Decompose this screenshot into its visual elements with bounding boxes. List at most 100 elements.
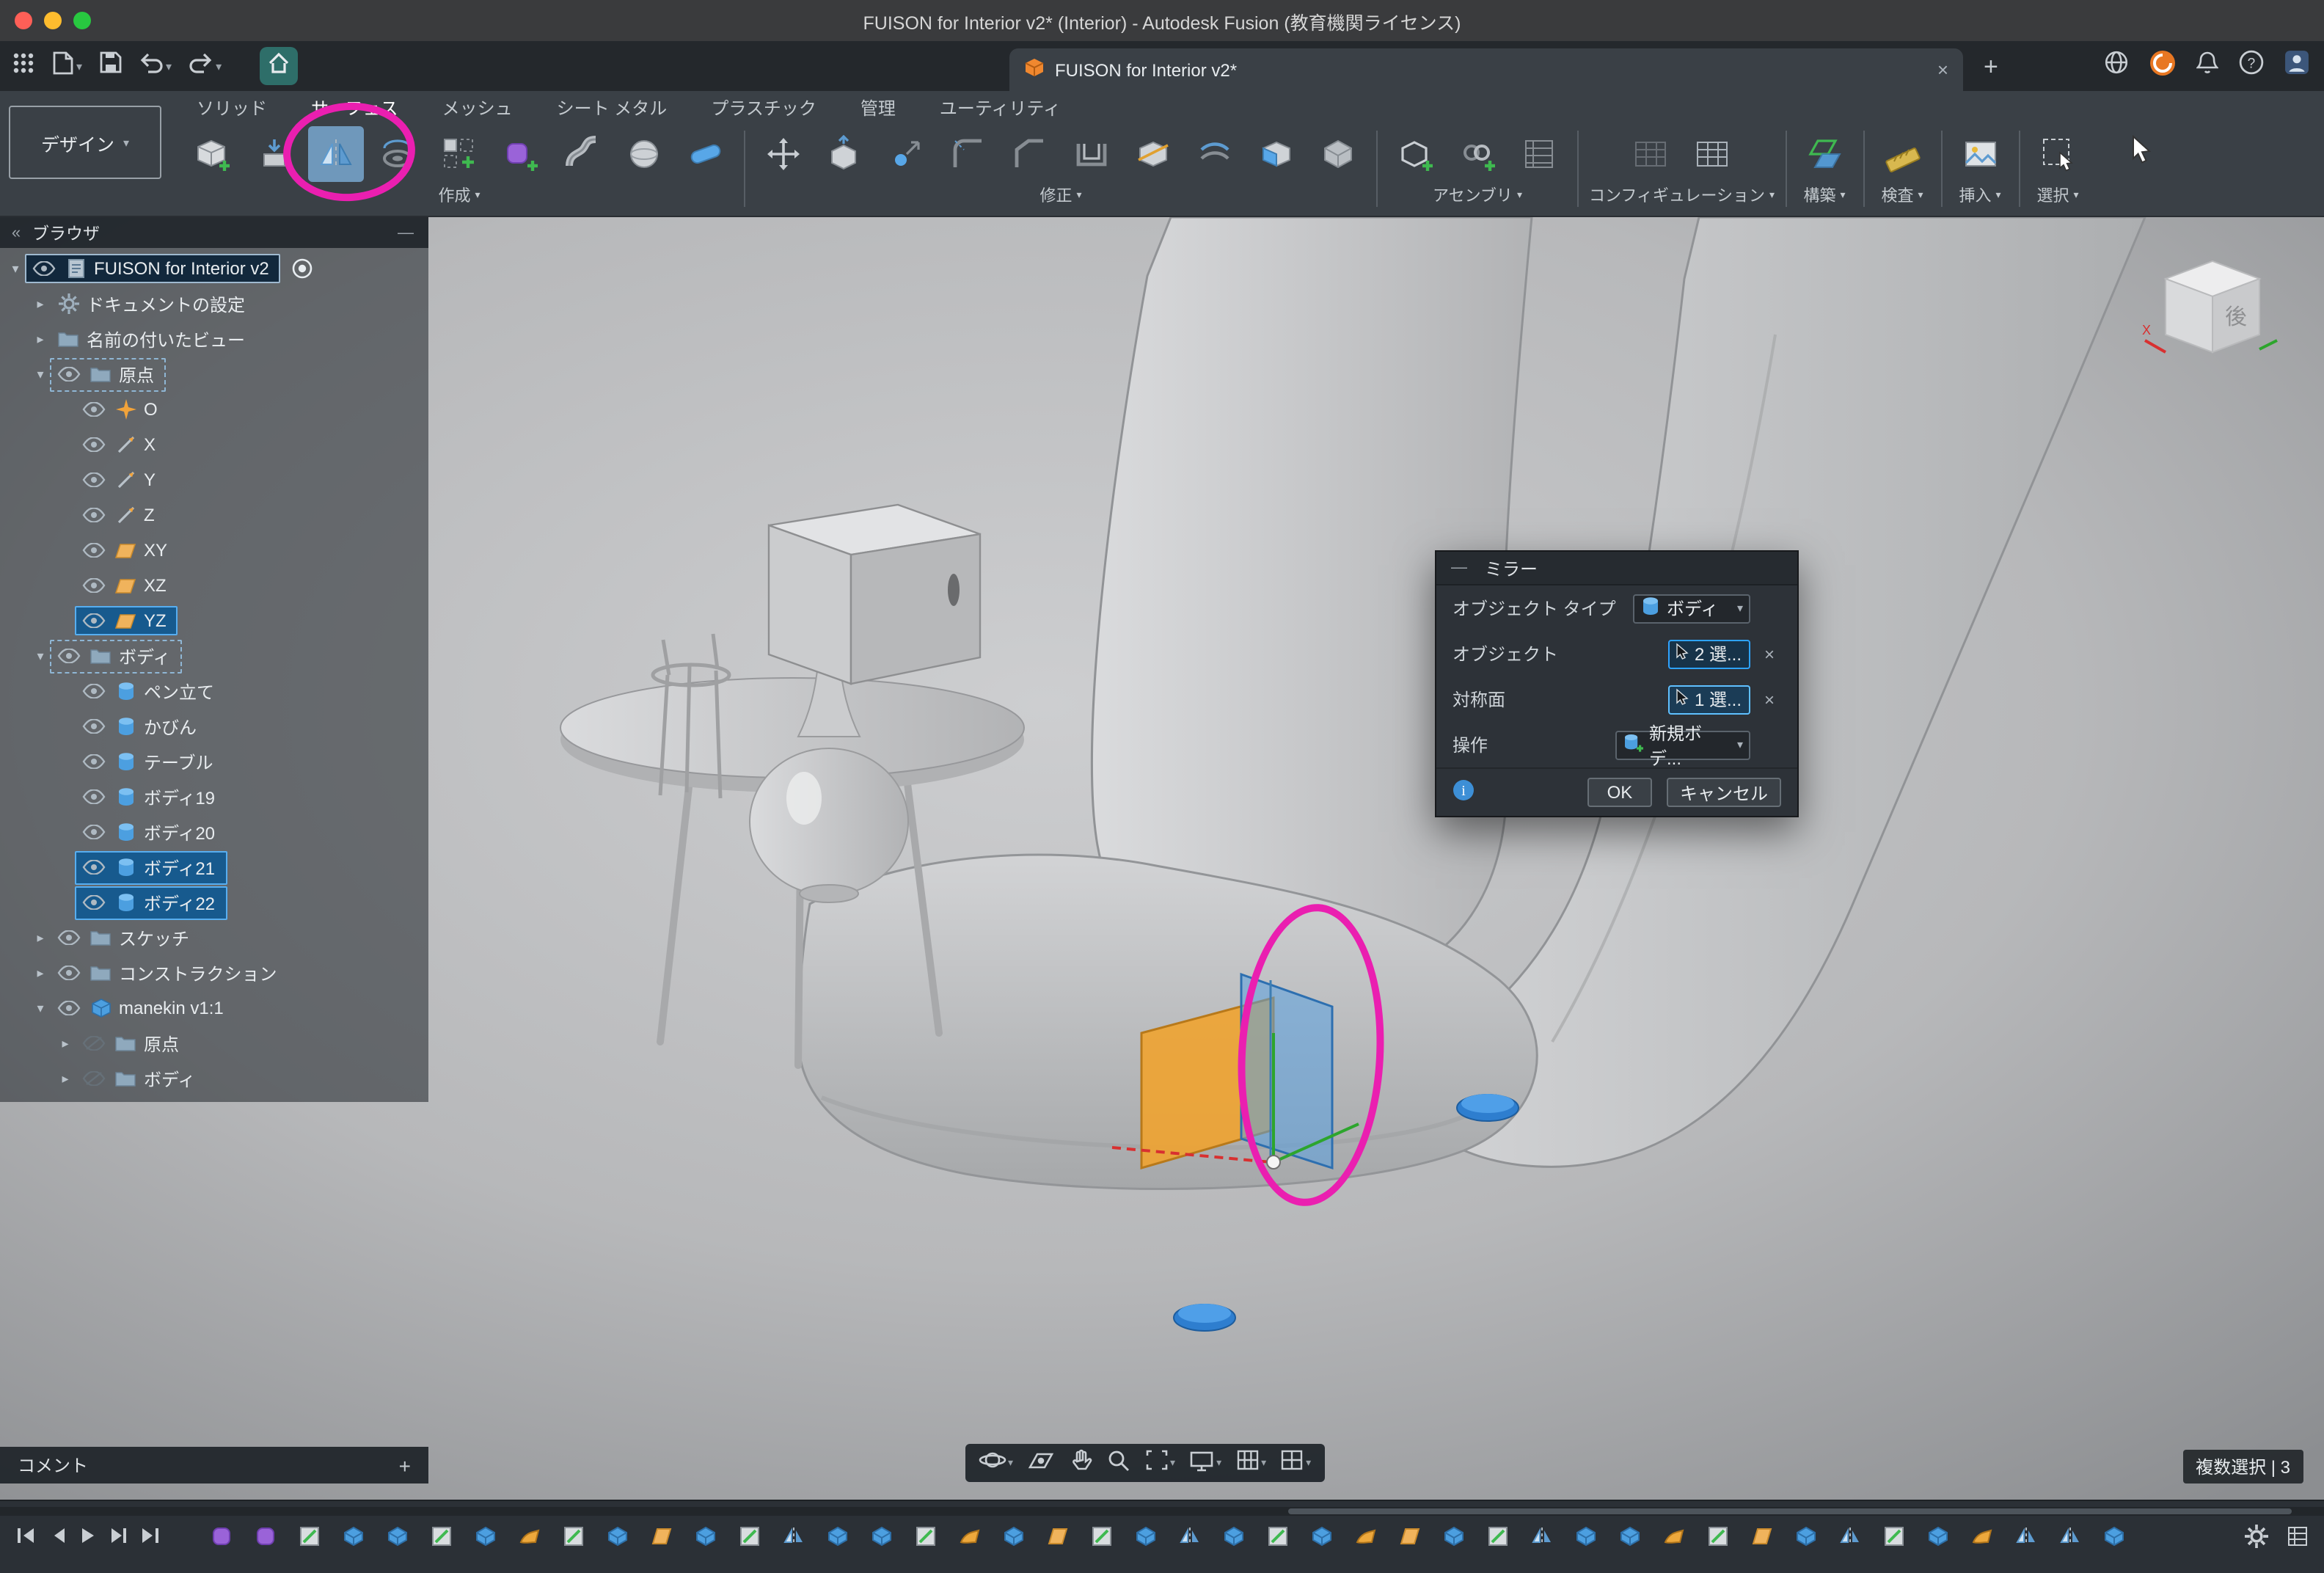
timeline-feature-body-icon[interactable] (825, 1523, 851, 1550)
sphere-tool-icon[interactable] (616, 126, 672, 182)
cancel-button[interactable]: キャンセル (1667, 778, 1781, 807)
display-settings-icon[interactable]: ▾ (1184, 1448, 1226, 1478)
ribbon-group-label[interactable]: 選択▾ (2037, 183, 2079, 207)
window-close-button[interactable] (15, 12, 32, 29)
visibility-icon[interactable] (81, 860, 107, 875)
step-forward-button[interactable] (110, 1526, 128, 1552)
ribbon-tab-ソリッド[interactable]: ソリッド (197, 95, 267, 120)
timeline-feature-surface-icon[interactable] (516, 1523, 543, 1550)
pipe-tool-icon[interactable] (678, 126, 734, 182)
mirror-plane-selection-chip[interactable]: 1 選... (1668, 685, 1750, 714)
tree-item[interactable]: ▾原点 (0, 357, 428, 392)
insert-image-tool-icon[interactable] (1952, 126, 2008, 182)
skip-start-button[interactable] (15, 1526, 35, 1552)
timeline-feature-body-icon[interactable] (340, 1523, 367, 1550)
boundary-fill-tool-icon[interactable] (1310, 126, 1366, 182)
timeline-feature-body-icon[interactable] (472, 1523, 499, 1550)
ribbon-group-label[interactable]: 構築▾ (1804, 183, 1846, 207)
data-panel-home-icon[interactable] (260, 47, 298, 85)
extrude-tool-icon[interactable] (246, 126, 302, 182)
visibility-icon[interactable] (81, 437, 107, 452)
tree-item[interactable]: ボディ22 (0, 885, 428, 920)
timeline-feature-body-icon[interactable] (1925, 1523, 1951, 1550)
tree-item[interactable]: テーブル (0, 744, 428, 779)
timeline-feature-body-icon[interactable] (604, 1523, 631, 1550)
visibility-icon[interactable] (56, 966, 82, 980)
revolve-tool-icon[interactable] (370, 126, 425, 182)
ok-button[interactable]: OK (1587, 778, 1652, 807)
ribbon-group-label[interactable]: 作成▾ (438, 183, 480, 207)
tree-item[interactable]: ボディ19 (0, 779, 428, 814)
timeline-feature-body-icon[interactable] (384, 1523, 411, 1550)
patch-tool-icon[interactable] (1249, 126, 1304, 182)
minimize-panel-icon[interactable]: — (398, 224, 414, 241)
notifications-icon[interactable] (2196, 51, 2218, 81)
timeline-scrollbar-thumb[interactable] (1288, 1508, 2292, 1514)
orbit-icon[interactable]: ▾ (974, 1448, 1017, 1478)
step-back-button[interactable] (48, 1526, 66, 1552)
new-solid-tool-icon[interactable] (185, 126, 241, 182)
visibility-off-icon[interactable] (81, 1071, 107, 1086)
timeline-feature-sketch-icon[interactable] (1705, 1523, 1731, 1550)
expand-chevron-icon[interactable]: ▸ (56, 1035, 75, 1051)
tree-item[interactable]: ▾FUISON for Interior v2 (0, 251, 428, 286)
new-component-tool-icon[interactable] (1388, 126, 1444, 182)
timeline-options-icon[interactable] (2286, 1525, 2309, 1555)
timeline-settings-icon[interactable] (2245, 1525, 2268, 1555)
timeline-feature-plane-icon[interactable] (648, 1523, 675, 1550)
timeline-feature-body-icon[interactable] (2101, 1523, 2127, 1550)
tree-item[interactable]: ▸コンストラクション (0, 955, 428, 990)
ribbon-tab-管理[interactable]: 管理 (860, 95, 896, 120)
rectangular-pattern-tool-icon[interactable] (431, 126, 487, 182)
ribbon-tab-メッシュ[interactable]: メッシュ (442, 95, 513, 120)
timeline-feature-mirror-icon[interactable] (781, 1523, 807, 1550)
fillet-tool-icon[interactable] (940, 126, 996, 182)
timeline-feature-surface-icon[interactable] (1661, 1523, 1687, 1550)
timeline-feature-body-icon[interactable] (1617, 1523, 1643, 1550)
fit-icon[interactable]: ▾ (1139, 1448, 1180, 1478)
help-icon[interactable]: ? (2239, 50, 2264, 82)
ribbon-tab-サーフェス[interactable]: サーフェス (311, 95, 398, 120)
visibility-icon[interactable] (81, 719, 107, 734)
timeline-feature-body-icon[interactable] (1001, 1523, 1027, 1550)
visibility-icon[interactable] (81, 895, 107, 910)
zoom-icon[interactable] (1101, 1448, 1135, 1478)
timeline-feature-mirror-icon[interactable] (2013, 1523, 2039, 1550)
create-form-tool-icon[interactable] (493, 126, 549, 182)
redo-icon[interactable]: ▾ (189, 51, 222, 81)
tree-item[interactable]: Z (0, 497, 428, 533)
timeline-feature-body-icon[interactable] (1221, 1523, 1247, 1550)
visibility-icon[interactable] (81, 754, 107, 769)
clear-plane-icon[interactable]: × (1758, 689, 1781, 709)
add-comment-icon[interactable]: + (399, 1453, 411, 1477)
blue-disc-seat[interactable] (1457, 1094, 1519, 1121)
clear-objects-icon[interactable]: × (1758, 643, 1781, 664)
expand-chevron-icon[interactable]: ▸ (31, 965, 50, 981)
tree-item[interactable]: XZ (0, 568, 428, 603)
undo-icon[interactable]: ▾ (139, 51, 172, 81)
tree-item[interactable]: かびん (0, 709, 428, 744)
timeline-feature-sketch-icon[interactable] (428, 1523, 455, 1550)
tree-item[interactable]: ペン立て (0, 674, 428, 709)
tree-item[interactable]: ▸原点 (0, 1026, 428, 1061)
timeline-feature-mirror-icon[interactable] (1837, 1523, 1863, 1550)
timeline-feature-sketch-icon[interactable] (296, 1523, 323, 1550)
mirror-tool-icon[interactable] (308, 126, 364, 182)
new-tab-button[interactable]: + (1984, 53, 1998, 82)
timeline-feature-body-icon[interactable] (1441, 1523, 1467, 1550)
timeline-feature-plane-icon[interactable] (1397, 1523, 1423, 1550)
pan-icon[interactable] (1063, 1448, 1097, 1478)
construction-plane-tool-icon[interactable] (1797, 126, 1852, 182)
account-avatar[interactable] (2149, 49, 2176, 83)
profile-icon[interactable] (2284, 50, 2309, 82)
timeline-feature-body-icon[interactable] (1133, 1523, 1159, 1550)
timeline-feature-sketch-icon[interactable] (1089, 1523, 1115, 1550)
app-grid-icon[interactable] (12, 51, 35, 81)
timeline-feature-sketch-icon[interactable] (737, 1523, 763, 1550)
timeline-feature-sketch-icon[interactable] (913, 1523, 939, 1550)
timeline-feature-surface-icon[interactable] (1969, 1523, 1995, 1550)
tree-item[interactable]: ▸名前の付いたビュー (0, 321, 428, 357)
press-pull-tool-icon[interactable] (817, 126, 873, 182)
dialog-minimize-icon[interactable]: — (1451, 559, 1467, 577)
timeline-feature-sketch-icon[interactable] (560, 1523, 587, 1550)
